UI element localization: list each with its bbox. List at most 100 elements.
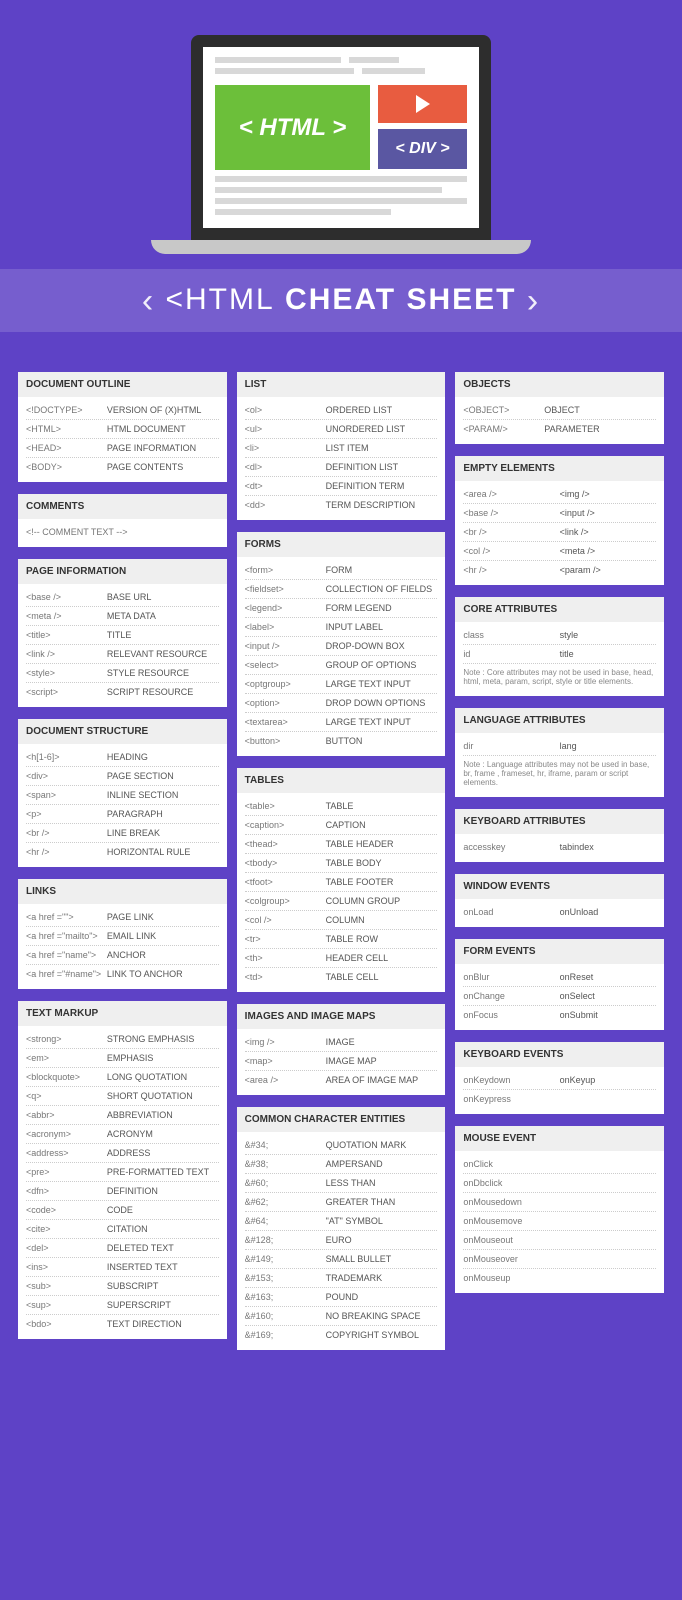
angle-left-icon: ‹ bbox=[142, 284, 155, 318]
card-title: TEXT MARKUP bbox=[18, 1001, 227, 1026]
cell-value: COLLECTION OF FIELDS bbox=[326, 584, 438, 594]
cell-key: <link /> bbox=[26, 649, 107, 659]
page-title: ‹ <HTML CHEAT SHEET › bbox=[0, 269, 682, 332]
cell-value: ACRONYM bbox=[107, 1129, 219, 1139]
cell-value: IMAGE MAP bbox=[326, 1056, 438, 1066]
table-row: <ul>UNORDERED LIST bbox=[245, 420, 438, 439]
cell-value: RELEVANT RESOURCE bbox=[107, 649, 219, 659]
table-row: <PARAM/>PARAMETER bbox=[463, 420, 656, 438]
table-row: <div>PAGE SECTION bbox=[26, 767, 219, 786]
card: OBJECTS<OBJECT>OBJECT<PARAM/>PARAMETER bbox=[455, 372, 664, 444]
table-row: <col />COLUMN bbox=[245, 911, 438, 930]
table-row: <style>STYLE RESOURCE bbox=[26, 664, 219, 683]
table-row: <button>BUTTON bbox=[245, 732, 438, 750]
card-title: OBJECTS bbox=[455, 372, 664, 397]
angle-right-icon: › bbox=[527, 284, 540, 318]
table-row: <acronym>ACRONYM bbox=[26, 1125, 219, 1144]
table-row: <title>TITLE bbox=[26, 626, 219, 645]
table-row: <sup>SUPERSCRIPT bbox=[26, 1296, 219, 1315]
table-row: <sub>SUBSCRIPT bbox=[26, 1277, 219, 1296]
cell-key: <br /> bbox=[463, 527, 559, 537]
cell-value: ABBREVIATION bbox=[107, 1110, 219, 1120]
card: LINKS<a href ="">PAGE LINK<a href ="mail… bbox=[18, 879, 227, 989]
table-row: onMousemove bbox=[463, 1212, 656, 1231]
cell-key: <strong> bbox=[26, 1034, 107, 1044]
cell-key: <ol> bbox=[245, 405, 326, 415]
table-row: <pre>PRE-FORMATTED TEXT bbox=[26, 1163, 219, 1182]
card-title: FORMS bbox=[237, 532, 446, 557]
cell-value: SUPERSCRIPT bbox=[107, 1300, 219, 1310]
card: FORM EVENTSonBluronResetonChangeonSelect… bbox=[455, 939, 664, 1030]
cell-value: TABLE HEADER bbox=[326, 839, 438, 849]
cell-key: <hr /> bbox=[26, 847, 107, 857]
cell-key: <br /> bbox=[26, 828, 107, 838]
table-row: <tbody>TABLE BODY bbox=[245, 854, 438, 873]
cell-value: LESS THAN bbox=[326, 1178, 438, 1188]
card: DOCUMENT STRUCTURE<h[1-6]>HEADING<div>PA… bbox=[18, 719, 227, 867]
cell-value: onSubmit bbox=[560, 1010, 656, 1020]
card: KEYBOARD EVENTSonKeydownonKeyuponKeypres… bbox=[455, 1042, 664, 1114]
table-row: <OBJECT>OBJECT bbox=[463, 401, 656, 420]
cell-key: <title> bbox=[26, 630, 107, 640]
cell-key: <OBJECT> bbox=[463, 405, 544, 415]
cell-key: <table> bbox=[245, 801, 326, 811]
card: EMPTY ELEMENTS<area /><img /><base /><in… bbox=[455, 456, 664, 585]
card-title: TABLES bbox=[237, 768, 446, 793]
table-row: <textarea>LARGE TEXT INPUT bbox=[245, 713, 438, 732]
cell-value: HEADING bbox=[107, 752, 219, 762]
cell-key: <col /> bbox=[245, 915, 326, 925]
cell-key: <button> bbox=[245, 736, 326, 746]
table-row: <li>LIST ITEM bbox=[245, 439, 438, 458]
cell-value: PRE-FORMATTED TEXT bbox=[107, 1167, 219, 1177]
laptop-illustration: < HTML > < DIV > bbox=[151, 35, 531, 254]
cell-value: DEFINITION LIST bbox=[326, 462, 438, 472]
cell-value: CAPTION bbox=[326, 820, 438, 830]
cell-value: SCRIPT RESOURCE bbox=[107, 687, 219, 697]
table-row: &#169;COPYRIGHT SYMBOL bbox=[245, 1326, 438, 1344]
cell-value: <img /> bbox=[560, 489, 656, 499]
card: COMMON CHARACTER ENTITIES&#34;QUOTATION … bbox=[237, 1107, 446, 1350]
cell-value: HTML DOCUMENT bbox=[107, 424, 219, 434]
cell-value: LINK TO ANCHOR bbox=[107, 969, 219, 979]
table-row: onChangeonSelect bbox=[463, 987, 656, 1006]
cell-value: "AT" SYMBOL bbox=[326, 1216, 438, 1226]
cell-value: COLUMN bbox=[326, 915, 438, 925]
table-row: <blockquote>LONG QUOTATION bbox=[26, 1068, 219, 1087]
cell-value: title bbox=[560, 649, 656, 659]
cell-value: PAGE LINK bbox=[107, 912, 219, 922]
cell-key: <sup> bbox=[26, 1300, 107, 1310]
cell-value: COPYRIGHT SYMBOL bbox=[326, 1330, 438, 1340]
cell-value: OBJECT bbox=[544, 405, 656, 415]
cell-key: onBlur bbox=[463, 972, 559, 982]
table-row: <base /><input /> bbox=[463, 504, 656, 523]
title-bold: CHEAT SHEET bbox=[285, 283, 516, 316]
cell-value: QUOTATION MARK bbox=[326, 1140, 438, 1150]
cell-value: lang bbox=[560, 741, 656, 751]
cell-value: DELETED TEXT bbox=[107, 1243, 219, 1253]
cell-key: &#34; bbox=[245, 1140, 326, 1150]
cell-key: <base /> bbox=[26, 592, 107, 602]
cell-key: <dd> bbox=[245, 500, 326, 510]
card: LIST<ol>ORDERED LIST<ul>UNORDERED LIST<l… bbox=[237, 372, 446, 520]
cell-key: onMouseover bbox=[463, 1254, 656, 1264]
table-row: <link />RELEVANT RESOURCE bbox=[26, 645, 219, 664]
table-row: idtitle bbox=[463, 645, 656, 664]
cell-key: <td> bbox=[245, 972, 326, 982]
cell-value: EMPHASIS bbox=[107, 1053, 219, 1063]
cell-key: <BODY> bbox=[26, 462, 107, 472]
table-row: <BODY>PAGE CONTENTS bbox=[26, 458, 219, 476]
cell-key: <a href ="#name"> bbox=[26, 969, 107, 979]
cell-value: DROP DOWN OPTIONS bbox=[326, 698, 438, 708]
table-row: accesskeytabindex bbox=[463, 838, 656, 856]
cell-key: <fieldset> bbox=[245, 584, 326, 594]
table-row: dirlang bbox=[463, 737, 656, 756]
note: Note : Core attributes may not be used i… bbox=[463, 664, 656, 690]
cell-key: <div> bbox=[26, 771, 107, 781]
table-row: <dl>DEFINITION LIST bbox=[245, 458, 438, 477]
table-row: <dd>TERM DESCRIPTION bbox=[245, 496, 438, 514]
div-block: < DIV > bbox=[378, 129, 467, 169]
cell-value: HEADER CELL bbox=[326, 953, 438, 963]
table-row: <ol>ORDERED LIST bbox=[245, 401, 438, 420]
cell-value: GREATER THAN bbox=[326, 1197, 438, 1207]
table-row: <br /><link /> bbox=[463, 523, 656, 542]
